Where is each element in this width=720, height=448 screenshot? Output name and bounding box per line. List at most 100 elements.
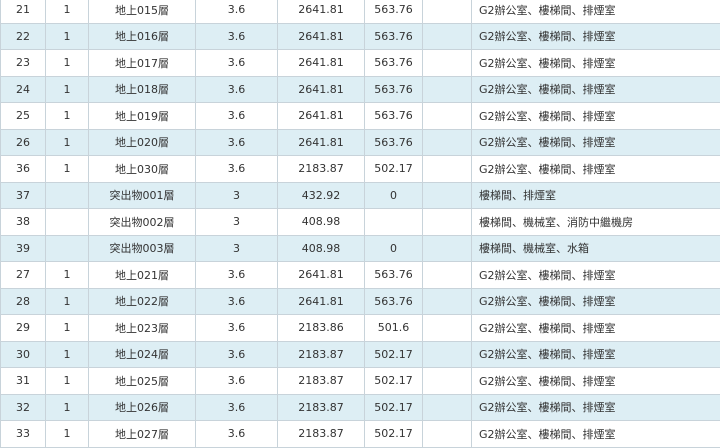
cell-floor-area: 408.98 — [278, 209, 365, 236]
cell-floor-height: 3.6 — [196, 262, 278, 289]
cell-blank — [423, 341, 472, 368]
table-row: 221地上016層3.62641.81563.76G2辦公室、樓梯間、排煙室 — [1, 23, 720, 50]
cell-floor-name: 地上030層 — [89, 156, 196, 183]
cell-blank — [423, 368, 472, 395]
table-row: 261地上020層3.62641.81563.76G2辦公室、樓梯間、排煙室 — [1, 129, 720, 156]
cell-blank — [423, 421, 472, 448]
cell-floor-area: 2183.87 — [278, 156, 365, 183]
cell-units — [46, 235, 89, 262]
cell-usage: G2辦公室、樓梯間、排煙室 — [472, 368, 720, 395]
cell-floor-height: 3.6 — [196, 103, 278, 130]
cell-units: 1 — [46, 103, 89, 130]
cell-floor-height: 3.6 — [196, 0, 278, 23]
cell-floor-name: 地上022層 — [89, 288, 196, 315]
cell-floor-area: 2641.81 — [278, 129, 365, 156]
cell-floor-height: 3 — [196, 209, 278, 236]
cell-floor-name: 地上017層 — [89, 50, 196, 77]
table-row: 38突出物002層3408.98樓梯間、機械室、消防中繼機房 — [1, 209, 720, 236]
cell-blank — [423, 182, 472, 209]
cell-units: 1 — [46, 288, 89, 315]
cell-usage: G2辦公室、樓梯間、排煙室 — [472, 76, 720, 103]
cell-floor-area: 2641.81 — [278, 262, 365, 289]
cell-usage: 樓梯間、機械室、水箱 — [472, 235, 720, 262]
cell-floor-area: 2641.81 — [278, 0, 365, 23]
table-row: 331地上027層3.62183.87502.17G2辦公室、樓梯間、排煙室 — [1, 421, 720, 448]
cell-floor-height: 3.6 — [196, 315, 278, 342]
cell-blank — [423, 288, 472, 315]
cell-blank — [423, 103, 472, 130]
cell-usage: G2辦公室、樓梯間、排煙室 — [472, 129, 720, 156]
table-row: 361地上030層3.62183.87502.17G2辦公室、樓梯間、排煙室 — [1, 156, 720, 183]
cell-secondary-area: 563.76 — [365, 76, 423, 103]
cell-units — [46, 182, 89, 209]
cell-row-number: 28 — [1, 288, 46, 315]
cell-blank — [423, 156, 472, 183]
cell-secondary-area: 563.76 — [365, 288, 423, 315]
cell-usage: G2辦公室、樓梯間、排煙室 — [472, 50, 720, 77]
cell-secondary-area: 0 — [365, 182, 423, 209]
cell-floor-name: 地上018層 — [89, 76, 196, 103]
cell-units — [46, 209, 89, 236]
cell-floor-height: 3.6 — [196, 421, 278, 448]
cell-floor-name: 地上024層 — [89, 341, 196, 368]
cell-floor-height: 3.6 — [196, 288, 278, 315]
cell-blank — [423, 0, 472, 23]
cell-secondary-area: 502.17 — [365, 394, 423, 421]
cell-row-number: 31 — [1, 368, 46, 395]
cell-blank — [423, 394, 472, 421]
cell-usage: G2辦公室、樓梯間、排煙室 — [472, 288, 720, 315]
table-row: 231地上017層3.62641.81563.76G2辦公室、樓梯間、排煙室 — [1, 50, 720, 77]
cell-floor-height: 3.6 — [196, 23, 278, 50]
cell-row-number: 32 — [1, 394, 46, 421]
cell-floor-name: 地上027層 — [89, 421, 196, 448]
cell-floor-area: 2183.86 — [278, 315, 365, 342]
table-body: 211地上015層3.62641.81563.76G2辦公室、樓梯間、排煙室22… — [1, 0, 720, 447]
cell-row-number: 30 — [1, 341, 46, 368]
cell-row-number: 38 — [1, 209, 46, 236]
cell-units: 1 — [46, 0, 89, 23]
cell-usage: G2辦公室、樓梯間、排煙室 — [472, 315, 720, 342]
cell-row-number: 25 — [1, 103, 46, 130]
cell-secondary-area: 501.6 — [365, 315, 423, 342]
table-row: 281地上022層3.62641.81563.76 G2辦公室、樓梯間、排煙室 — [1, 288, 720, 315]
cell-secondary-area: 563.76 — [365, 50, 423, 77]
cell-floor-area: 2641.81 — [278, 288, 365, 315]
cell-blank — [423, 262, 472, 289]
cell-secondary-area: 502.17 — [365, 156, 423, 183]
table-row: 301地上024層3.62183.87502.17G2辦公室、樓梯間、排煙室 — [1, 341, 720, 368]
cell-floor-name: 突出物001層 — [89, 182, 196, 209]
cell-row-number: 21 — [1, 0, 46, 23]
table-row: 211地上015層3.62641.81563.76G2辦公室、樓梯間、排煙室 — [1, 0, 720, 23]
cell-row-number: 22 — [1, 23, 46, 50]
cell-floor-name: 地上016層 — [89, 23, 196, 50]
cell-floor-name: 地上023層 — [89, 315, 196, 342]
cell-row-number: 37 — [1, 182, 46, 209]
cell-floor-area: 2641.81 — [278, 76, 365, 103]
cell-floor-name: 地上019層 — [89, 103, 196, 130]
cell-secondary-area — [365, 209, 423, 236]
cell-usage: G2辦公室、樓梯間、排煙室 — [472, 341, 720, 368]
cell-floor-name: 突出物002層 — [89, 209, 196, 236]
cell-floor-height: 3 — [196, 182, 278, 209]
cell-secondary-area: 563.76 — [365, 129, 423, 156]
cell-secondary-area: 502.17 — [365, 421, 423, 448]
cell-secondary-area: 0 — [365, 235, 423, 262]
cell-blank — [423, 315, 472, 342]
table-row: 251地上019層3.62641.81563.76G2辦公室、樓梯間、排煙室 — [1, 103, 720, 130]
cell-units: 1 — [46, 50, 89, 77]
floor-data-table-container: 211地上015層3.62641.81563.76G2辦公室、樓梯間、排煙室22… — [0, 0, 720, 448]
cell-secondary-area: 563.76 — [365, 23, 423, 50]
cell-floor-height: 3 — [196, 235, 278, 262]
cell-usage: G2辦公室、樓梯間、排煙室 — [472, 156, 720, 183]
cell-blank — [423, 235, 472, 262]
cell-floor-name: 地上025層 — [89, 368, 196, 395]
cell-floor-area: 2183.87 — [278, 394, 365, 421]
cell-floor-area: 2183.87 — [278, 421, 365, 448]
cell-floor-area: 432.92 — [278, 182, 365, 209]
cell-blank — [423, 23, 472, 50]
cell-floor-height: 3.6 — [196, 156, 278, 183]
table-row: 37突出物001層3432.920樓梯間、排煙室 — [1, 182, 720, 209]
cell-usage: G2辦公室、樓梯間、排煙室 — [472, 0, 720, 23]
cell-units: 1 — [46, 341, 89, 368]
cell-floor-area: 2641.81 — [278, 103, 365, 130]
